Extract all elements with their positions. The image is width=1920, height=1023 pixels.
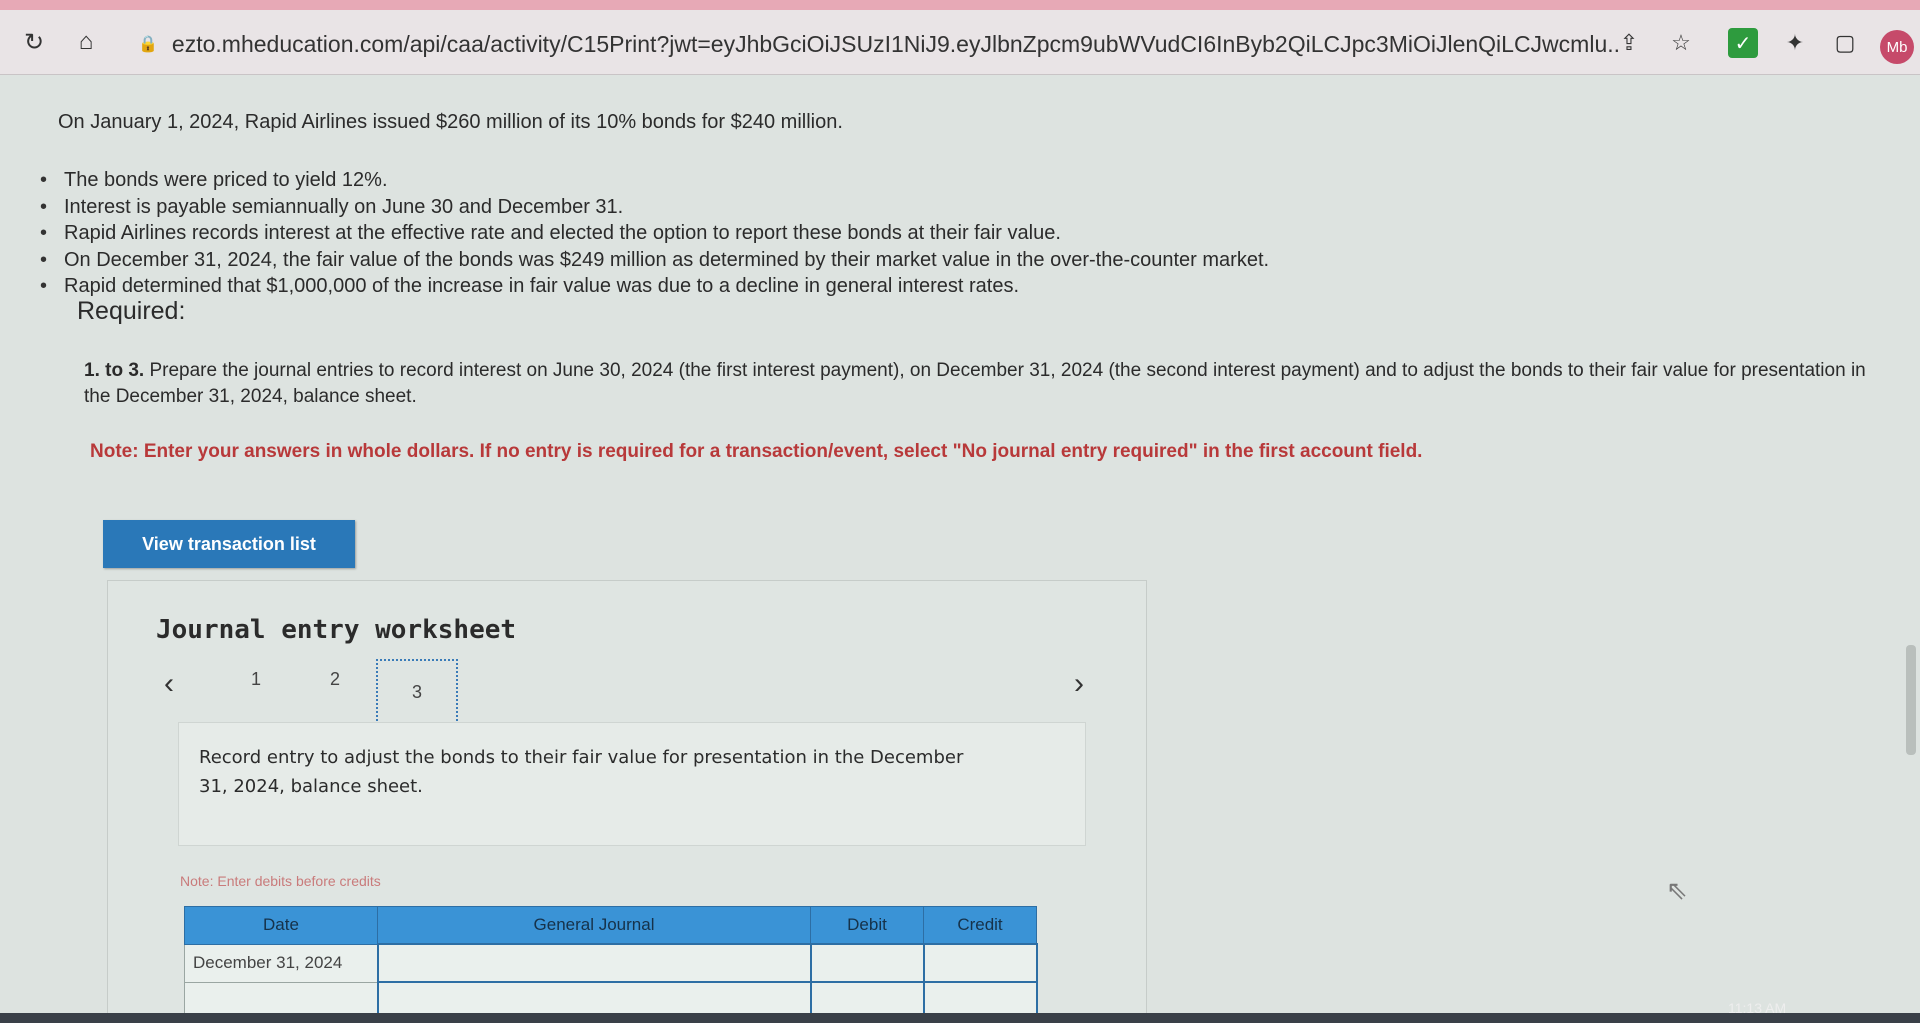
debit-field[interactable] [809, 943, 925, 983]
bullet-item: Rapid determined that $1,000,000 of the … [40, 273, 1269, 300]
share-icon[interactable]: ⇪ [1614, 28, 1644, 58]
entry-date-cell: December 31, 2024 [184, 943, 378, 983]
address-url: ezto.mheducation.com/api/caa/activity/C1… [171, 30, 1618, 57]
answer-note: Note: Enter your answers in whole dollar… [90, 441, 1423, 462]
entry-instruction-text: Record entry to adjust the bonds to thei… [199, 747, 964, 797]
bullet-item: The bonds were priced to yield 12%. [40, 167, 1269, 194]
worksheet-page-1[interactable]: 1 [251, 669, 261, 690]
home-icon[interactable]: ⌂ [70, 26, 102, 58]
column-header-credit: Credit [923, 906, 1037, 945]
lock-icon: 🔒 [138, 36, 158, 53]
debits-credits-note: Note: Enter debits before credits [180, 873, 381, 889]
taskbar [0, 1013, 1920, 1023]
side-panel-icon[interactable]: ▢ [1830, 28, 1860, 58]
chevron-right-icon[interactable]: › [1074, 667, 1084, 701]
account-field[interactable] [376, 943, 812, 983]
tab-strip [0, 0, 1920, 10]
bookmark-star-icon[interactable]: ☆ [1666, 28, 1696, 58]
problem-intro: On January 1, 2024, Rapid Airlines issue… [58, 111, 843, 133]
chevron-left-icon[interactable]: ‹ [164, 667, 174, 701]
column-header-date: Date [184, 906, 378, 945]
column-header-debit: Debit [810, 906, 924, 945]
worksheet-page-3[interactable]: 3 [376, 659, 458, 725]
page-content: On January 1, 2024, Rapid Airlines issue… [0, 75, 1920, 1022]
journal-entry-worksheet: Journal entry worksheet ‹ 1 2 3 › Record… [107, 580, 1147, 1022]
table-row: December 31, 2024 [184, 943, 1038, 983]
journal-table: Date General Journal Debit Credit Decemb… [184, 906, 1038, 1021]
browser-toolbar: ↻ ⌂ 🔒 ezto.mheducation.com/api/caa/activ… [0, 0, 1920, 75]
column-header-general-journal: General Journal [377, 906, 811, 945]
mouse-cursor-icon: ⇖ [1666, 875, 1688, 905]
bullet-item: Rapid Airlines records interest at the e… [40, 220, 1269, 247]
bullet-item: Interest is payable semiannually on June… [40, 194, 1269, 221]
reload-icon[interactable]: ↻ [18, 26, 50, 58]
view-transaction-list-button[interactable]: View transaction list [103, 520, 355, 568]
worksheet-title: Journal entry worksheet [156, 615, 517, 645]
problem-bullets: The bonds were priced to yield 12%. Inte… [40, 167, 1269, 300]
system-clock: 11:13 AM [1728, 1000, 1787, 1016]
worksheet-page-2[interactable]: 2 [330, 669, 340, 690]
bullet-item: On December 31, 2024, the fair value of … [40, 247, 1269, 274]
question-text: 1. to 3. Prepare the journal entries to … [84, 358, 1884, 410]
question-body: Prepare the journal entries to record in… [84, 360, 1866, 407]
extension-check-icon[interactable]: ✓ [1728, 28, 1758, 58]
extensions-puzzle-icon[interactable]: ✦ [1780, 28, 1810, 58]
scrollbar-thumb[interactable] [1906, 645, 1916, 755]
required-heading: Required: [77, 297, 186, 325]
profile-avatar[interactable]: Mb [1880, 30, 1914, 64]
question-number: 1. to 3. [84, 360, 145, 381]
credit-field[interactable] [922, 943, 1038, 983]
address-bar[interactable]: 🔒 ezto.mheducation.com/api/caa/activity/… [138, 24, 1618, 64]
entry-instruction-box: Record entry to adjust the bonds to thei… [178, 722, 1086, 846]
